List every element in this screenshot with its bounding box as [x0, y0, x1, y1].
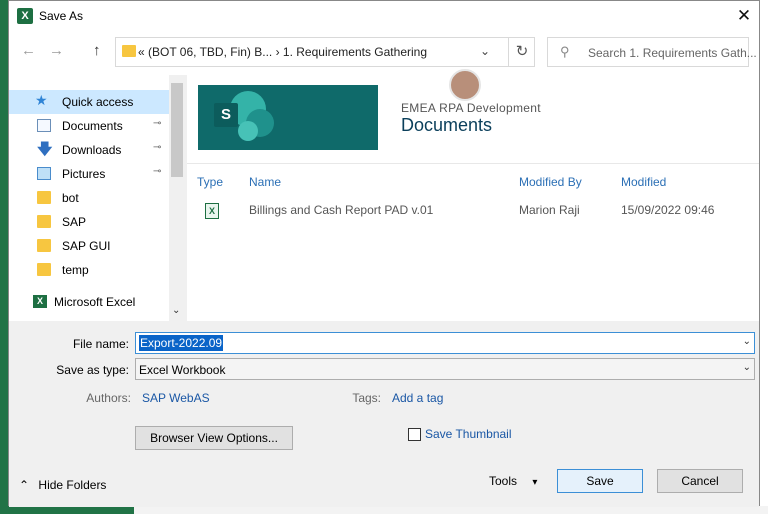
save-as-type-select[interactable]: Excel Workbook ⌄ — [135, 358, 755, 380]
scrollbar-thumb[interactable] — [171, 83, 183, 177]
sharepoint-icon: S — [214, 103, 238, 127]
divider — [187, 163, 759, 164]
save-as-type-label: Save as type: — [56, 363, 129, 377]
documents-icon — [37, 119, 51, 132]
excel-icon: X — [33, 295, 47, 308]
refresh-icon[interactable]: ↻ — [508, 38, 535, 66]
sidebar-item-pictures[interactable]: Pictures ⊸ — [9, 162, 169, 186]
back-arrow-icon[interactable]: ← — [21, 42, 36, 59]
excel-file-icon: X — [205, 203, 219, 219]
sidebar-item-downloads[interactable]: 🡇 Downloads ⊸ — [9, 138, 169, 162]
tools-menu[interactable]: Tools ▾ — [489, 474, 537, 488]
background-excel-edge — [0, 0, 8, 514]
address-bar[interactable]: « (BOT 06, TBD, Fin) B... › 1. Requireme… — [115, 37, 535, 67]
sidebar-item-documents[interactable]: Documents ⊸ — [9, 114, 169, 138]
scroll-down-icon[interactable]: ⌄ — [172, 305, 180, 316]
breadcrumb[interactable]: « (BOT 06, TBD, Fin) B... › 1. Requireme… — [138, 45, 427, 59]
up-arrow-icon[interactable]: ↑ — [93, 42, 101, 59]
file-list-pane: S EMEA RPA Development Documents Type Na… — [187, 69, 759, 321]
pin-icon[interactable]: ⊸ — [153, 142, 161, 153]
sidebar-item-label: Pictures — [62, 167, 106, 181]
folder-icon — [37, 215, 51, 228]
authors-label: Authors: — [86, 391, 131, 405]
excel-app-icon: X — [17, 8, 33, 24]
site-name[interactable]: EMEA RPA Development — [401, 101, 541, 115]
library-title: Documents — [401, 115, 493, 135]
hide-folders-label: Hide Folders — [38, 478, 107, 492]
column-header-name[interactable]: Name — [249, 175, 281, 189]
forward-arrow-icon[interactable]: → — [49, 42, 64, 59]
sidebar-item-label: Downloads — [62, 143, 122, 157]
folder-icon — [37, 191, 51, 204]
cancel-button[interactable]: Cancel — [657, 469, 743, 493]
chevron-down-icon: ▾ — [532, 477, 538, 488]
pin-icon[interactable]: ⊸ — [153, 118, 161, 129]
sidebar-item-sap-gui[interactable]: SAP GUI — [9, 234, 169, 258]
chevron-down-icon[interactable]: ⌄ — [743, 336, 751, 347]
folder-icon — [122, 45, 136, 57]
download-arrow-icon: 🡇 — [37, 141, 53, 158]
navigation-pane: ★ Quick access Documents ⊸ 🡇 Downloads ⊸… — [9, 75, 185, 321]
modified-by-cell: Marion Raji — [519, 203, 580, 217]
star-icon: ★ — [35, 92, 48, 108]
folder-icon — [37, 263, 51, 276]
sidebar-item-label: bot — [62, 191, 79, 205]
dialog-title: Save As — [39, 9, 84, 23]
save-button[interactable]: Save — [557, 469, 643, 493]
search-input[interactable]: ⚲ Search 1. Requirements Gath... — [547, 37, 757, 67]
file-name-cell[interactable]: Billings and Cash Report PAD v.01 — [249, 203, 433, 217]
sidebar-scrollbar[interactable]: ⌄ — [169, 75, 185, 321]
title-bar: X Save As ✕ — [9, 1, 759, 32]
file-name-label: File name: — [72, 337, 129, 351]
sidebar-item-temp[interactable]: temp — [9, 258, 169, 282]
chevron-down-icon[interactable]: ⌄ — [743, 362, 751, 373]
sidebar-item-label: SAP — [62, 215, 87, 229]
sidebar-item-quick-access[interactable]: ★ Quick access — [9, 90, 169, 114]
pictures-icon — [37, 167, 51, 180]
chevron-up-icon: ⌃ — [19, 478, 30, 492]
sidebar-item-label: SAP GUI — [62, 239, 111, 253]
navigation-bar: ← → ↑ « (BOT 06, TBD, Fin) B... › 1. Req… — [9, 32, 759, 75]
search-icon: ⚲ — [560, 44, 570, 59]
browser-view-options-button[interactable]: Browser View Options... — [135, 426, 293, 450]
file-name-field[interactable]: Export-2022.09 ⌄ — [135, 332, 755, 354]
authors-value[interactable]: SAP WebAS — [142, 391, 210, 405]
hide-folders-button[interactable]: ⌃ Hide Folders — [19, 478, 106, 492]
column-header-type[interactable]: Type — [197, 175, 223, 189]
sidebar-item-label: temp — [62, 263, 89, 277]
search-placeholder: Search 1. Requirements Gath... — [588, 46, 757, 60]
sidebar-item-label: Documents — [62, 119, 123, 133]
avatar — [449, 69, 481, 101]
save-thumbnail-label[interactable]: Save Thumbnail — [425, 427, 512, 441]
sidebar-item-bot[interactable]: bot — [9, 186, 169, 210]
sidebar-item-microsoft-excel[interactable]: X Microsoft Excel — [9, 290, 169, 314]
column-header-modified[interactable]: Modified — [621, 175, 666, 189]
folder-icon — [37, 239, 51, 252]
save-thumbnail-checkbox[interactable] — [408, 428, 421, 441]
sidebar-item-label: Quick access — [62, 95, 134, 109]
close-button[interactable]: ✕ — [731, 5, 757, 27]
background-share-button — [0, 506, 134, 514]
save-as-dialog: X Save As ✕ ← → ↑ « (BOT 06, TBD, Fin) B… — [8, 0, 760, 507]
save-as-type-value: Excel Workbook — [139, 363, 226, 377]
tools-label: Tools — [489, 474, 518, 488]
sidebar-item-sap[interactable]: SAP — [9, 210, 169, 234]
save-options-panel: File name: Export-2022.09 ⌄ Save as type… — [9, 321, 759, 507]
logo-shape — [238, 121, 258, 141]
modified-cell: 15/09/2022 09:46 — [621, 203, 715, 217]
sharepoint-logo: S — [198, 85, 378, 150]
sidebar-item-label: Microsoft Excel — [54, 295, 136, 309]
column-header-modified-by[interactable]: Modified By — [519, 175, 582, 189]
file-name-value[interactable]: Export-2022.09 — [139, 335, 224, 351]
tags-input[interactable]: Add a tag — [392, 391, 443, 405]
tags-label: Tags: — [352, 391, 381, 405]
pin-icon[interactable]: ⊸ — [153, 166, 161, 177]
chevron-down-icon[interactable]: ⌄ — [480, 44, 490, 58]
